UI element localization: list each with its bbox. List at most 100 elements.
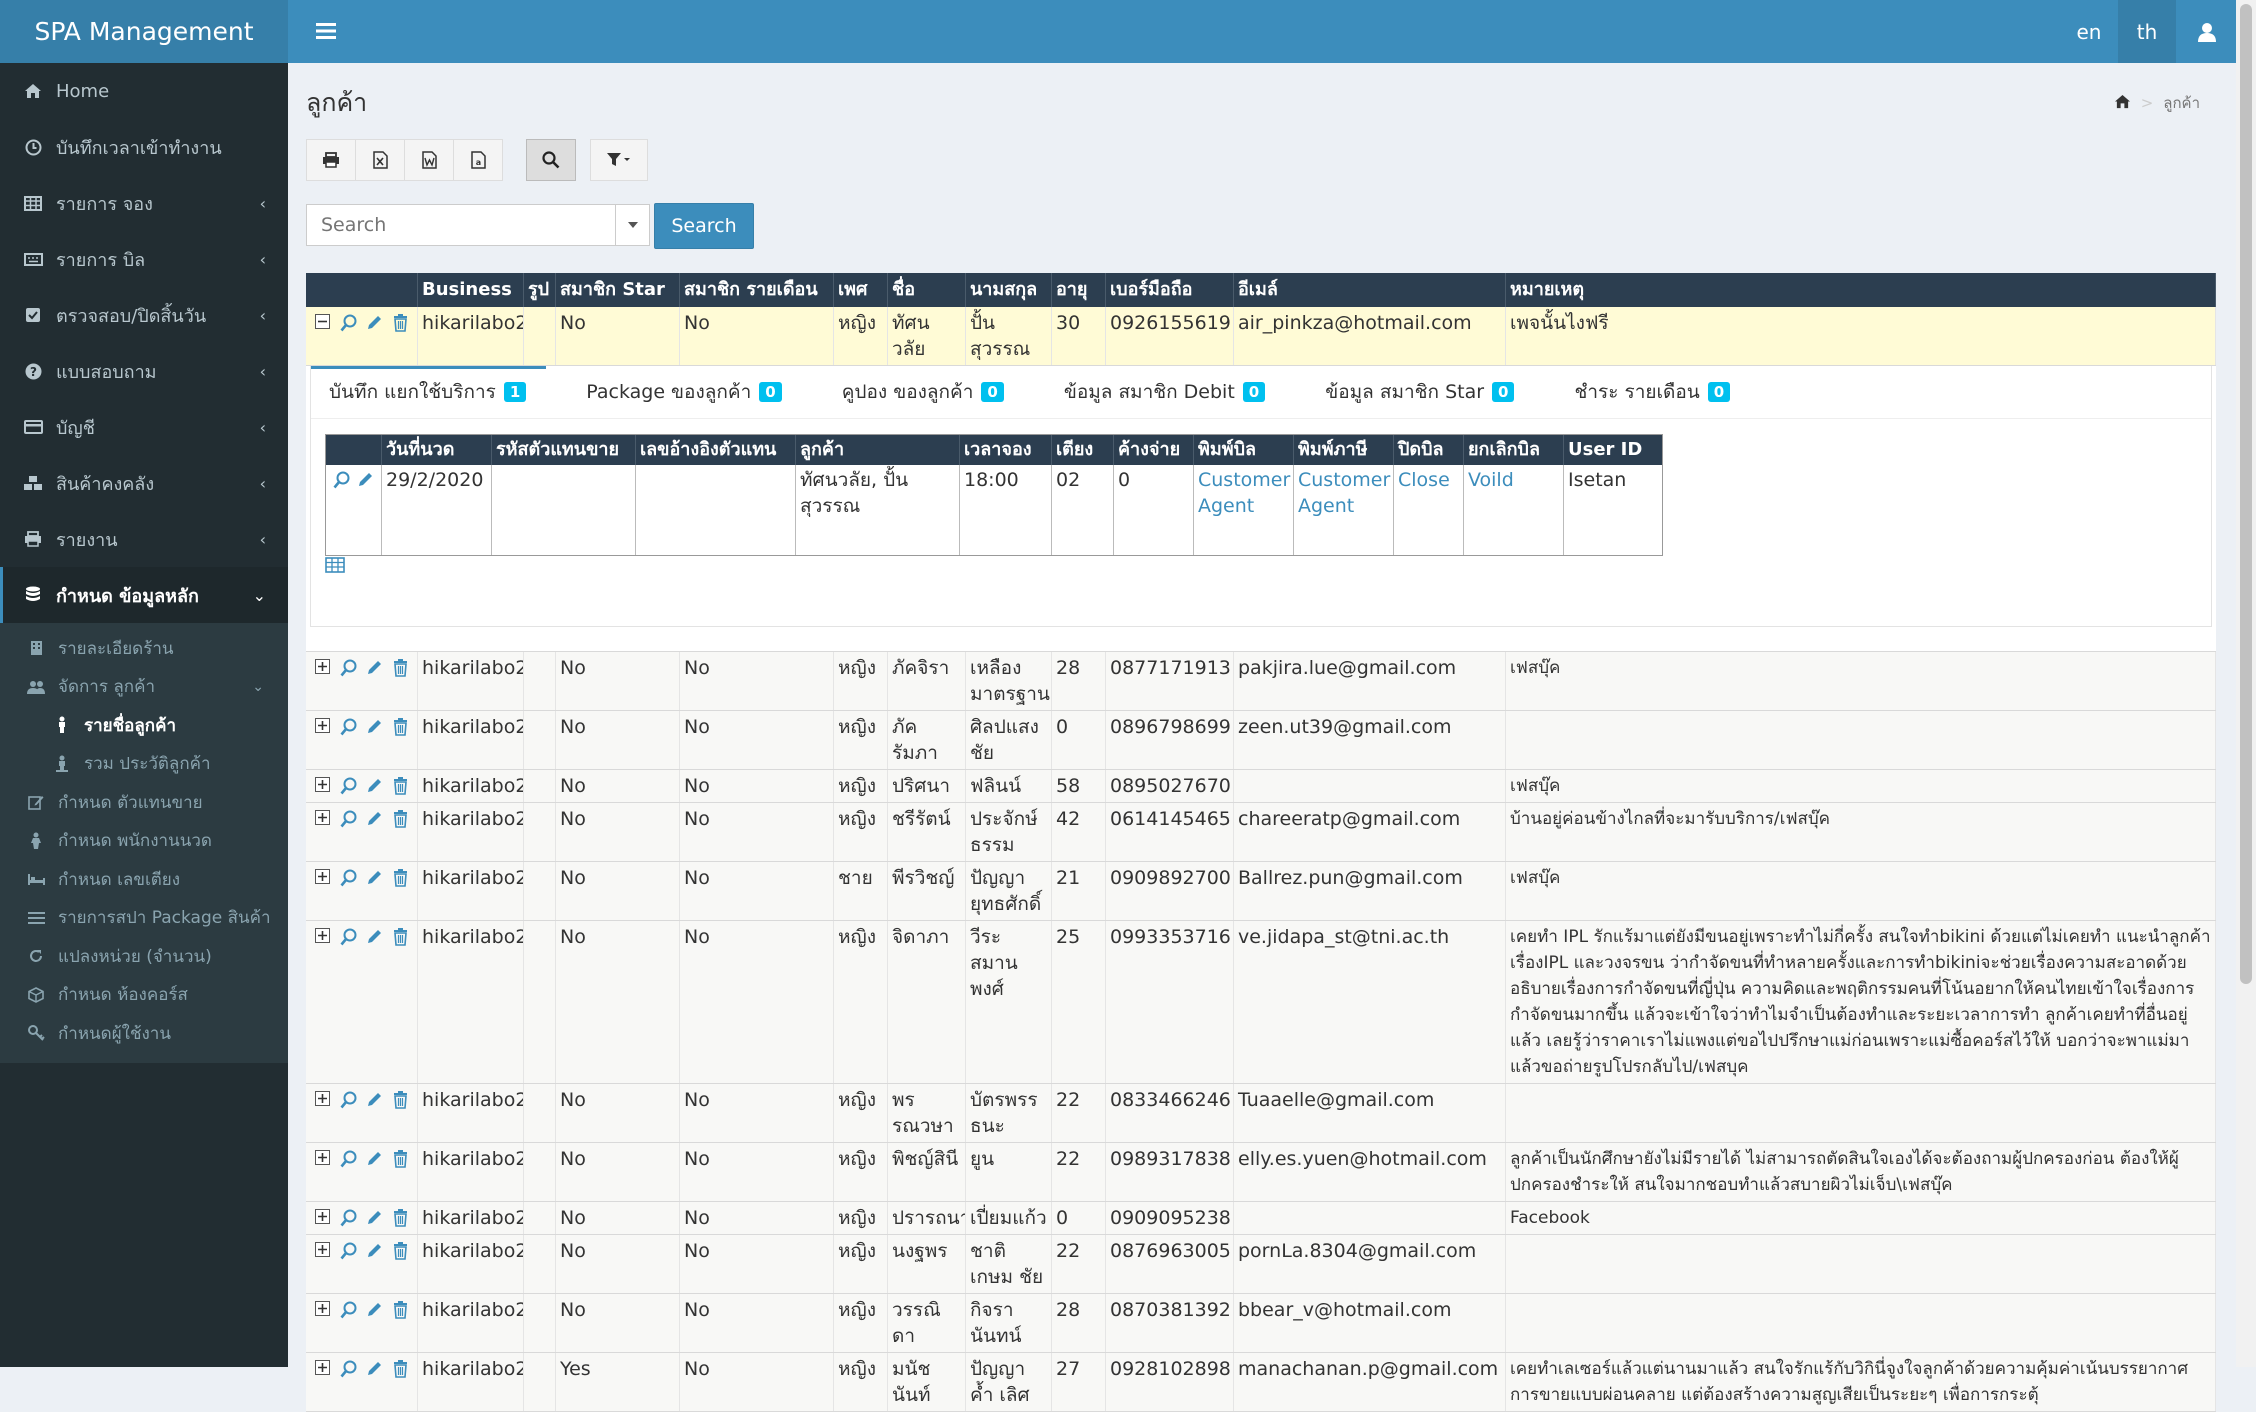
sidebar-item-timeclock[interactable]: บันทึกเวลาเข้าทำงาน xyxy=(0,119,288,175)
sidebar-item-inventory[interactable]: สินค้าคงคลัง ‹ xyxy=(0,455,288,511)
expand-row-icon[interactable] xyxy=(310,806,336,858)
table-row-selected[interactable]: hikarilabo20 No No หญิง ทัศนวลัย ปั้นสุว… xyxy=(306,307,2216,366)
tab-monthly-payment[interactable]: ชำระ รายเดือน 0 xyxy=(1566,366,1738,418)
delete-icon[interactable] xyxy=(387,1238,413,1290)
sidebar-item-survey[interactable]: ? แบบสอบถาม ‹ xyxy=(0,343,288,399)
col-header-star-member[interactable]: สมาชิก Star xyxy=(556,273,680,307)
col-header-gender[interactable]: เพศ xyxy=(834,273,888,307)
edit-icon[interactable] xyxy=(362,1087,388,1139)
col-header-note[interactable]: หมายเหตุ xyxy=(1506,273,2216,307)
view-icon[interactable] xyxy=(336,1297,362,1349)
view-icon[interactable] xyxy=(336,655,362,707)
edit-icon[interactable] xyxy=(362,1205,388,1231)
search-button[interactable]: Search xyxy=(654,203,754,249)
table-row[interactable]: hikarilabo20NoNoชายพีรวิชญ์ปัญญา ยุทธศัก… xyxy=(306,862,2216,921)
expand-row-icon[interactable] xyxy=(310,1087,336,1139)
sidebar-item-manage-customers[interactable]: จัดการ ลูกค้า ⌄ xyxy=(0,668,288,707)
table-row[interactable]: hikarilabo20NoNoหญิงพิชญ์สินียูน22098931… xyxy=(306,1143,2216,1202)
search-options-dropdown[interactable] xyxy=(616,204,650,246)
view-icon[interactable] xyxy=(336,1087,362,1139)
delete-icon[interactable] xyxy=(387,1297,413,1349)
delete-icon[interactable] xyxy=(387,1356,413,1408)
tab-service-records[interactable]: บันทึก แยกใช้บริการ 1 xyxy=(310,366,547,418)
expand-row-icon[interactable] xyxy=(310,1238,336,1290)
sidebar-item-sales-agents[interactable]: กำหนด ตัวแทนขาย xyxy=(0,783,288,822)
close-bill-link[interactable]: Close xyxy=(1394,465,1464,555)
view-icon[interactable] xyxy=(336,865,362,917)
sidebar-item-home[interactable]: Home xyxy=(0,63,288,119)
tab-star-member[interactable]: ข้อมูล สมาชิก Star 0 xyxy=(1317,366,1522,418)
lang-th-button[interactable]: th xyxy=(2118,0,2176,63)
expand-row-icon[interactable] xyxy=(310,924,336,1080)
col-header-last-name[interactable]: นามสกุล xyxy=(966,273,1052,307)
table-row[interactable]: hikarilabo20NoNoหญิงวรรณิดากิจรา นันทน์2… xyxy=(306,1294,2216,1353)
view-icon[interactable] xyxy=(336,1146,362,1198)
sidebar-item-daily-close[interactable]: ตรวจสอบ/ปิดสิ้นวัน ‹ xyxy=(0,287,288,343)
edit-icon[interactable] xyxy=(362,310,388,362)
sidebar-item-course-rooms[interactable]: กำหนด ห้องคอร์ส xyxy=(0,976,288,1015)
view-icon[interactable] xyxy=(336,1356,362,1408)
edit-icon[interactable] xyxy=(362,773,388,799)
home-icon[interactable] xyxy=(2114,94,2131,113)
sidebar-item-masseurs[interactable]: กำหนด พนักงานนวด xyxy=(0,822,288,861)
view-icon[interactable] xyxy=(336,806,362,858)
sidebar-item-reports[interactable]: รายงาน ‹ xyxy=(0,511,288,567)
col-header-first-name[interactable]: ชื่อ xyxy=(888,273,966,307)
search-input[interactable] xyxy=(306,204,616,246)
tab-debit-member[interactable]: ข้อมูล สมาชิก Debit 0 xyxy=(1056,366,1273,418)
user-menu-button[interactable] xyxy=(2178,0,2236,63)
edit-icon[interactable] xyxy=(362,655,388,707)
delete-icon[interactable] xyxy=(387,865,413,917)
table-row[interactable]: hikarilabo20NoNoหญิงนงฐพรชาติเกษม ชัย220… xyxy=(306,1235,2216,1294)
sidebar-item-customer-list[interactable]: รายชื่อลูกค้า xyxy=(0,706,288,745)
sidebar-item-bookings[interactable]: รายการ จอง ‹ xyxy=(0,175,288,231)
sidebar-item-merge-history[interactable]: รวม ประวัติลูกค้า xyxy=(0,745,288,784)
vertical-scrollbar[interactable] xyxy=(2236,0,2256,1367)
app-logo[interactable]: SPA Management xyxy=(0,0,288,63)
edit-icon[interactable] xyxy=(362,1356,388,1408)
col-header-age[interactable]: อายุ xyxy=(1052,273,1106,307)
sidebar-item-spa-packages[interactable]: รายการสปา Package สินค้า xyxy=(0,899,288,938)
table-row[interactable]: hikarilabo20NoNoหญิงภัคจิราเหลือง มาตรฐา… xyxy=(306,652,2216,711)
expand-row-icon[interactable] xyxy=(310,1356,336,1408)
col-header-photo[interactable]: รูป xyxy=(524,273,556,307)
table-row[interactable]: hikarilabo20NoNoหญิงชรีรัตน์ประจักษ์ ธรร… xyxy=(306,803,2216,862)
toggle-search-button[interactable] xyxy=(526,139,576,181)
sidebar-item-users[interactable]: กำหนดผู้ใช้งาน xyxy=(0,1014,288,1053)
expand-row-icon[interactable] xyxy=(310,1205,336,1231)
table-row[interactable]: hikarilabo20NoNoหญิงภัครัมภาศิลปแสง ชัย0… xyxy=(306,711,2216,770)
expand-row-icon[interactable] xyxy=(310,865,336,917)
export-word-button[interactable] xyxy=(404,139,454,181)
col-header-monthly-member[interactable]: สมาชิก รายเดือน xyxy=(680,273,834,307)
sidebar-item-master-data[interactable]: กำหนด ข้อมูลหลัก ⌄ xyxy=(0,567,288,623)
edit-icon[interactable] xyxy=(362,1238,388,1290)
edit-icon[interactable] xyxy=(362,865,388,917)
void-bill-link[interactable]: Voild xyxy=(1464,465,1564,555)
expand-row-icon[interactable] xyxy=(310,1146,336,1198)
expand-row-icon[interactable] xyxy=(310,773,336,799)
sidebar-item-shop-details[interactable]: รายละเอียดร้าน xyxy=(0,629,288,668)
tab-customer-packages[interactable]: Package ของลูกค้า 0 xyxy=(578,366,789,418)
sidebar-item-bed-numbers[interactable]: กำหนด เลขเตียง xyxy=(0,860,288,899)
table-row[interactable]: hikarilabo20NoNoหญิงปริศนาฟลินน์58089502… xyxy=(306,770,2216,803)
view-icon[interactable] xyxy=(336,924,362,1080)
hamburger-icon[interactable] xyxy=(306,14,346,48)
col-header-phone[interactable]: เบอร์มือถือ xyxy=(1106,273,1234,307)
view-icon[interactable] xyxy=(330,467,354,553)
sidebar-item-accounts[interactable]: บัญชี ‹ xyxy=(0,399,288,455)
view-icon[interactable] xyxy=(336,714,362,766)
delete-icon[interactable] xyxy=(387,655,413,707)
filter-button[interactable] xyxy=(590,139,648,181)
lang-en-button[interactable]: en xyxy=(2060,0,2118,63)
sidebar-item-bills[interactable]: รายการ บิล ‹ xyxy=(0,231,288,287)
delete-icon[interactable] xyxy=(387,1087,413,1139)
export-text-button[interactable]: a xyxy=(453,139,503,181)
view-icon[interactable] xyxy=(336,773,362,799)
tab-customer-coupons[interactable]: คูปอง ของลูกค้า 0 xyxy=(834,366,1012,418)
scrollbar-thumb[interactable] xyxy=(2240,4,2252,984)
edit-icon[interactable] xyxy=(362,714,388,766)
edit-icon[interactable] xyxy=(362,1146,388,1198)
table-row[interactable]: hikarilabo20NoNoหญิงจิดาภาวีระสมาน พงศ์2… xyxy=(306,921,2216,1084)
view-icon[interactable] xyxy=(336,310,362,362)
view-icon[interactable] xyxy=(336,1238,362,1290)
